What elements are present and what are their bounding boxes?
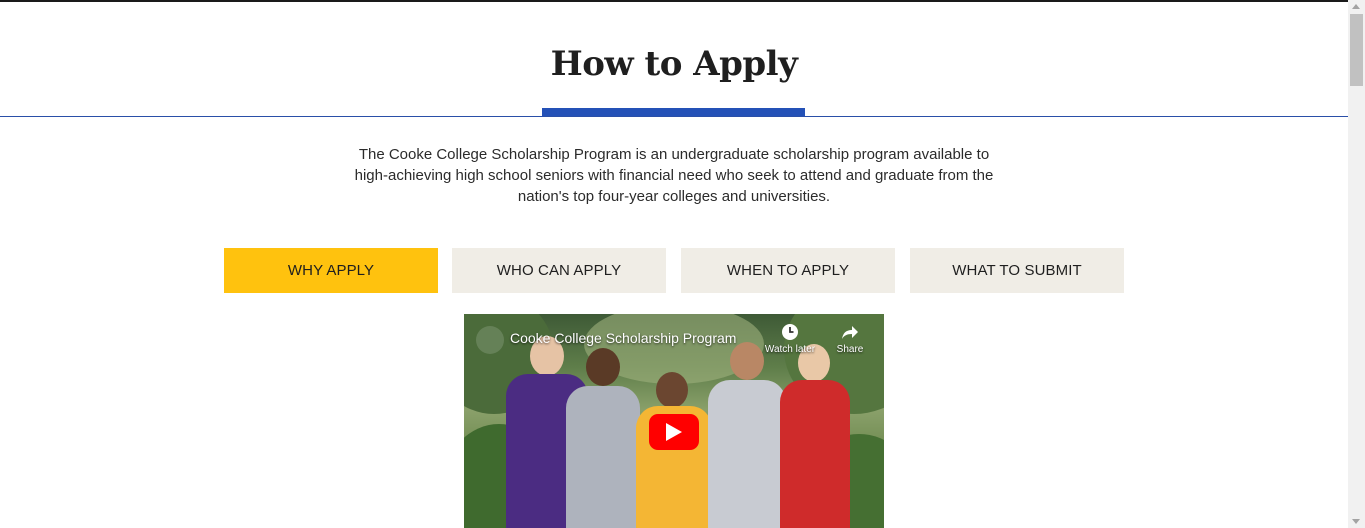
play-button[interactable]: [649, 414, 699, 450]
share-label: Share: [836, 344, 864, 355]
tab-who-can-apply[interactable]: WHO CAN APPLY: [452, 248, 666, 293]
tab-what-to-submit[interactable]: WHAT TO SUBMIT: [910, 248, 1124, 293]
video-title[interactable]: Cooke College Scholarship Program: [510, 330, 736, 346]
scroll-up-icon[interactable]: [1352, 4, 1360, 9]
watch-later-button[interactable]: Watch later: [760, 322, 820, 355]
page-scrollbar[interactable]: [1348, 0, 1365, 528]
page-title: How to Apply: [550, 44, 798, 84]
title-accent-bar: [542, 108, 805, 116]
scrollbar-thumb[interactable]: [1350, 14, 1363, 86]
tab-why-apply[interactable]: WHY APPLY: [224, 248, 438, 293]
share-icon: [842, 326, 858, 339]
tab-when-to-apply[interactable]: WHEN TO APPLY: [681, 248, 895, 293]
share-button[interactable]: Share: [820, 322, 880, 355]
channel-avatar[interactable]: [476, 326, 504, 354]
video-player[interactable]: Cooke College Scholarship Program Watch …: [464, 314, 884, 528]
play-icon: [666, 423, 682, 441]
scroll-down-icon[interactable]: [1352, 519, 1360, 524]
intro-text: The Cooke College Scholarship Program is…: [354, 146, 994, 205]
title-divider: [0, 116, 1348, 117]
watch-later-label: Watch later: [764, 344, 816, 355]
page: How to Apply The Cooke College Scholarsh…: [0, 0, 1348, 528]
clock-icon: [782, 324, 798, 340]
